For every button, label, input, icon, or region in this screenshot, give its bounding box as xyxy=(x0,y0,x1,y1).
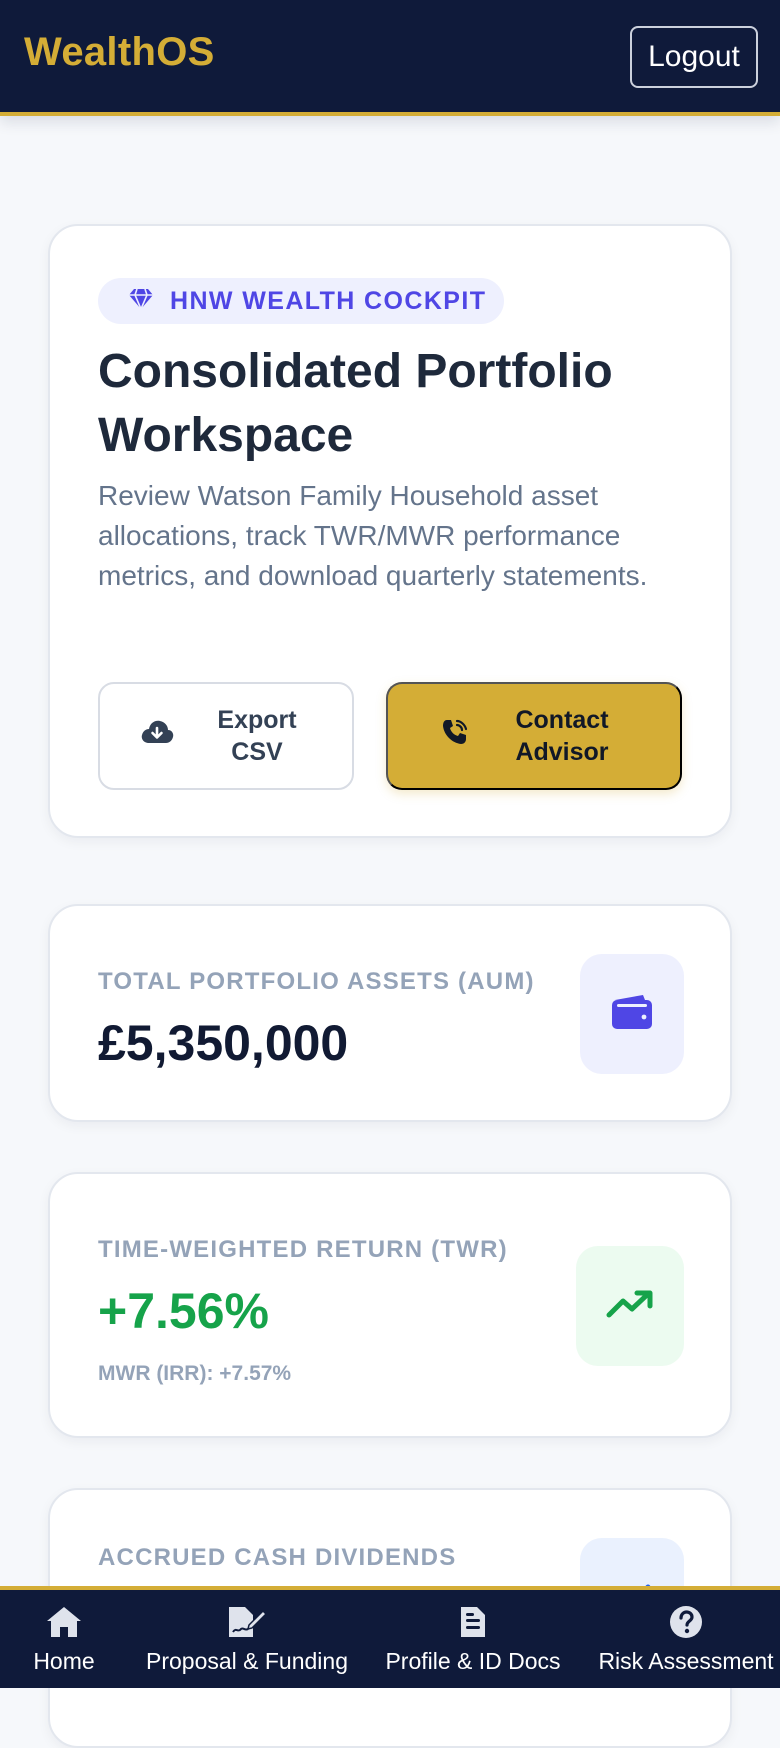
brand-logo[interactable]: WealthOS xyxy=(24,30,215,75)
export-csv-label: Export CSV xyxy=(217,706,297,766)
trending-up-icon xyxy=(606,1289,654,1324)
wallet-icon-box xyxy=(580,954,684,1074)
bottom-nav: Home Proposal & Funding Profile & ID Doc… xyxy=(0,1586,780,1688)
top-bar: WealthOS Logout xyxy=(0,0,780,116)
nav-item-risk-assessment[interactable]: Risk Assessment xyxy=(596,1590,776,1688)
phone-icon xyxy=(441,718,469,754)
twr-card: TIME-WEIGHTED RETURN (TWR) +7.56% MWR (I… xyxy=(48,1172,732,1438)
question-circle-icon xyxy=(669,1604,703,1640)
section-tag: HNW WEALTH COCKPIT xyxy=(98,278,504,324)
wallet-icon xyxy=(611,994,653,1035)
logout-button[interactable]: Logout xyxy=(630,26,758,88)
nav-label-profile-docs: Profile & ID Docs xyxy=(385,1648,561,1674)
nav-label-risk-assessment: Risk Assessment xyxy=(598,1648,774,1674)
dividends-label: ACCRUED CASH DIVIDENDS xyxy=(98,1544,457,1571)
aum-label: TOTAL PORTFOLIO ASSETS (AUM) xyxy=(98,968,535,995)
hero-card: HNW WEALTH COCKPIT Consolidated Portfoli… xyxy=(48,224,732,838)
document-icon xyxy=(459,1604,487,1640)
nav-item-proposal-funding[interactable]: Proposal & Funding xyxy=(144,1590,350,1688)
trending-up-icon-box xyxy=(576,1246,684,1366)
nav-item-profile-docs[interactable]: Profile & ID Docs xyxy=(382,1590,564,1688)
twr-label: TIME-WEIGHTED RETURN (TWR) xyxy=(98,1236,508,1263)
section-tag-label: HNW WEALTH COCKPIT xyxy=(170,286,487,315)
contact-advisor-button[interactable]: Contact Advisor xyxy=(386,682,682,790)
contact-advisor-label: Contact Advisor xyxy=(515,706,609,766)
file-signature-icon xyxy=(227,1604,267,1640)
cloud-download-icon xyxy=(140,719,174,753)
aum-card: TOTAL PORTFOLIO ASSETS (AUM) £5,350,000 xyxy=(48,904,732,1122)
home-icon xyxy=(45,1604,83,1640)
export-csv-button[interactable]: Export CSV xyxy=(98,682,354,790)
aum-value: £5,350,000 xyxy=(98,1015,349,1071)
twr-value: +7.56% xyxy=(98,1283,269,1339)
page-description: Review Watson Family Household asset all… xyxy=(98,480,648,591)
nav-label-home: Home xyxy=(33,1648,95,1674)
nav-label-proposal-funding: Proposal & Funding xyxy=(145,1648,348,1674)
diamond-icon xyxy=(128,287,154,316)
nav-item-home[interactable]: Home xyxy=(20,1590,108,1688)
mwr-value: MWR (IRR): +7.57% xyxy=(98,1362,292,1385)
page-title: Consolidated Portfolio Workspace xyxy=(98,345,613,462)
